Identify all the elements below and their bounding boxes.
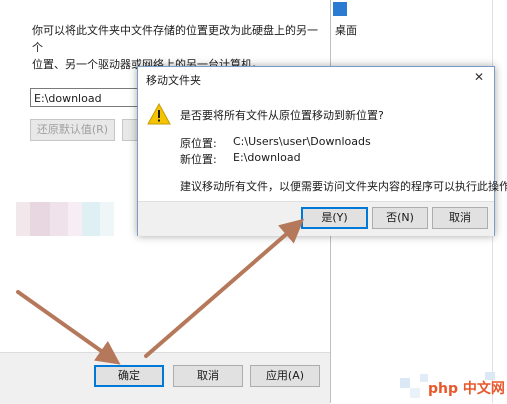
- new-location-label: 新位置:: [180, 153, 217, 166]
- move-folder-dialog: 移动文件夹 ✕ 是否要将所有文件从原位置移动到新位置? 原位置: C:\User…: [137, 66, 507, 236]
- cancel-button[interactable]: 取消: [173, 365, 243, 387]
- blurred-area: [68, 202, 82, 236]
- blurred-area: [82, 202, 100, 236]
- ok-button[interactable]: 确定: [94, 365, 164, 387]
- dialog-title: 移动文件夹: [146, 74, 201, 87]
- blurred-area: [16, 202, 30, 236]
- original-location-label: 原位置:: [180, 137, 217, 150]
- dialog-cancel-button[interactable]: 取消: [432, 207, 488, 229]
- blurred-area: [30, 202, 50, 236]
- warning-icon: [147, 103, 171, 125]
- dialog-recommendation: 建议移动所有文件，以便需要访问文件夹内容的程序可以执行此操作。: [180, 180, 507, 193]
- watermark-text: php 中文网: [428, 381, 505, 397]
- folder-icon: [333, 2, 347, 16]
- blurred-area: [100, 202, 114, 236]
- partial-label: 桌面: [335, 24, 357, 37]
- blurred-area: [50, 202, 68, 236]
- location-path-input[interactable]: E:\download: [30, 88, 145, 107]
- original-location-value: C:\Users\user\Downloads: [233, 135, 371, 148]
- no-button[interactable]: 否(N): [372, 207, 428, 229]
- close-icon[interactable]: ✕: [474, 70, 484, 84]
- yes-button[interactable]: 是(Y): [301, 207, 368, 229]
- dialog-titlebar: 移动文件夹 ✕: [138, 67, 494, 89]
- apply-button[interactable]: 应用(A): [250, 365, 320, 387]
- dialog-question: 是否要将所有文件从原位置移动到新位置?: [180, 109, 384, 122]
- new-location-value: E:\download: [233, 151, 301, 164]
- restore-default-button[interactable]: 还原默认值(R): [30, 119, 115, 141]
